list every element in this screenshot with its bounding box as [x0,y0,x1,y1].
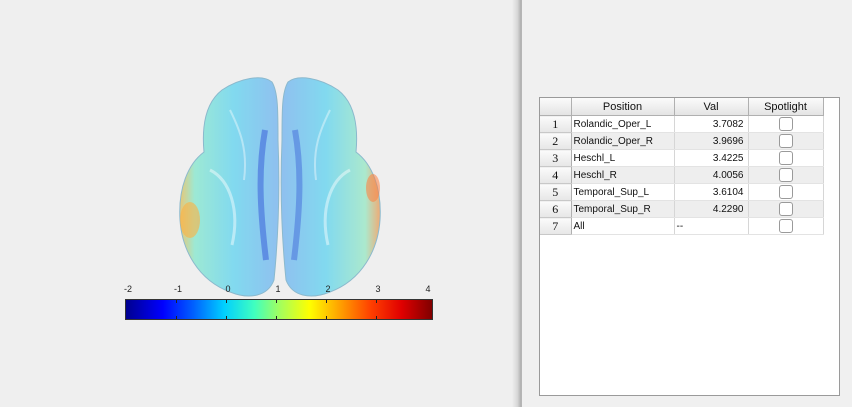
position-cell[interactable]: Heschl_R [571,166,675,184]
row-number[interactable]: 3 [540,149,572,167]
val-cell[interactable]: 3.9696 [674,132,749,150]
val-cell[interactable]: -- [674,217,749,235]
row-number[interactable]: 2 [540,132,572,150]
spotlight-checkbox[interactable] [778,202,793,216]
colorbar-tick: 4 [425,284,431,294]
position-cell[interactable]: Temporal_Sup_R [571,200,675,218]
spotlight-checkbox[interactable] [778,151,793,165]
colorbar-tick: 3 [375,284,381,294]
brain-surface-render[interactable] [170,70,390,305]
val-cell[interactable]: 4.0056 [674,166,749,184]
table-row[interactable]: 7 All -- [540,217,824,235]
spotlight-checkbox[interactable] [778,185,793,199]
val-cell[interactable]: 3.6104 [674,183,749,201]
row-number[interactable]: 7 [540,217,572,235]
corner-header [540,98,572,116]
colorbar-tick: -2 [123,284,133,294]
table-row[interactable]: 2 Rolandic_Oper_R 3.9696 [540,132,824,150]
spotlight-checkbox[interactable] [778,134,793,148]
colorbar-tick-labels: -2 -1 0 1 2 3 4 [123,284,433,298]
spotlight-checkbox[interactable] [778,219,793,233]
colorbar-tick: -1 [173,284,183,294]
position-cell[interactable]: Rolandic_Oper_L [571,115,675,133]
row-number[interactable]: 6 [540,200,572,218]
spotlight-checkbox[interactable] [778,168,793,182]
region-table-panel: Position Val Spotlight 1 Rolandic_Oper_L… [539,97,840,396]
column-header-position[interactable]: Position [571,98,675,116]
position-cell[interactable]: All [571,217,675,235]
row-number[interactable]: 5 [540,183,572,201]
val-cell[interactable]: 4.2290 [674,200,749,218]
table-row[interactable]: 6 Temporal_Sup_R 4.2290 [540,200,824,218]
region-table: Position Val Spotlight 1 Rolandic_Oper_L… [540,98,824,235]
row-number[interactable]: 4 [540,166,572,184]
figure-panel: -2 -1 0 1 2 3 4 [0,0,519,407]
val-cell[interactable]: 3.4225 [674,149,749,167]
column-header-val[interactable]: Val [674,98,749,116]
position-cell[interactable]: Rolandic_Oper_R [571,132,675,150]
position-cell[interactable]: Heschl_L [571,149,675,167]
table-row[interactable]: 1 Rolandic_Oper_L 3.7082 [540,115,824,133]
spotlight-checkbox[interactable] [778,117,793,131]
colorbar-tick: 2 [325,284,331,294]
table-row[interactable]: 3 Heschl_L 3.4225 [540,149,824,167]
table-row[interactable]: 4 Heschl_R 4.0056 [540,166,824,184]
val-cell[interactable]: 3.7082 [674,115,749,133]
colorbar-tick: 1 [275,284,281,294]
row-number[interactable]: 1 [540,115,572,133]
position-cell[interactable]: Temporal_Sup_L [571,183,675,201]
column-header-spotlight[interactable]: Spotlight [748,98,824,116]
colorbar [125,299,433,320]
colorbar-tick: 0 [225,284,231,294]
table-row[interactable]: 5 Temporal_Sup_L 3.6104 [540,183,824,201]
